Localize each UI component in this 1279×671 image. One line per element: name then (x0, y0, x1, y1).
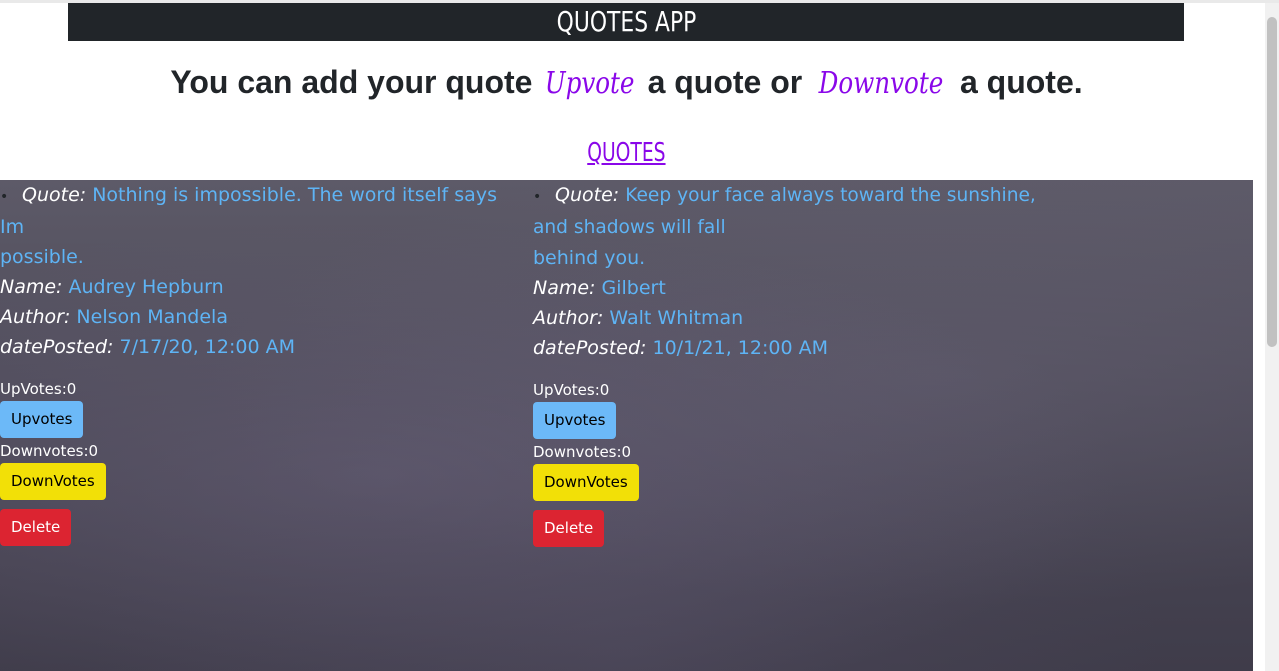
quote-card: • Quote: Nothing is impossible. The word … (0, 180, 520, 546)
intro-part-1: You can add your quote (170, 64, 533, 100)
delete-row: Delete (0, 500, 520, 546)
quote-line: • Quote: Keep your face always toward the… (533, 180, 1053, 243)
quote-text-wrap: possible. (0, 242, 520, 272)
quote-line: • Quote: Nothing is impossible. The word … (0, 180, 520, 242)
date-posted-label: datePosted: (0, 336, 114, 358)
name-value: Audrey Hepburn (68, 276, 224, 298)
name-line: Name: Gilbert (533, 273, 1053, 303)
upvotes-count: UpVotes:0 (0, 380, 520, 398)
scrollbar-thumb[interactable] (1267, 17, 1277, 347)
intro-part-3: a quote. (959, 64, 1083, 100)
downvotes-value: 0 (88, 442, 99, 460)
quotes-list: • Quote: Nothing is impossible. The word … (0, 180, 1253, 671)
date-line: datePosted: 7/17/20, 12:00 AM (0, 332, 520, 362)
upvote-button[interactable]: Upvotes (533, 402, 617, 439)
page: QUOTES APP You can add your quote Upvote… (0, 0, 1253, 671)
upvotes-prefix: UpVotes: (0, 380, 67, 398)
downvote-button[interactable]: DownVotes (533, 464, 639, 501)
author-line: Author: Walt Whitman (533, 303, 1053, 333)
date-posted-value: 10/1/21, 12:00 AM (652, 337, 828, 359)
date-posted-value: 7/17/20, 12:00 AM (119, 336, 295, 358)
quote-text-line-2: behind you. (533, 247, 646, 269)
downvotes-prefix: Downvotes: (533, 443, 622, 461)
quote-label: Quote: (22, 184, 87, 206)
quote-text-line-2: possible. (0, 246, 84, 268)
bullet-icon: • (0, 189, 9, 205)
name-value: Gilbert (601, 277, 666, 299)
name-label: Name: (533, 277, 596, 299)
quote-label: Quote: (555, 184, 620, 206)
downvotes-count: Downvotes:0 (533, 443, 1053, 461)
downvote-row: DownVotes (533, 461, 1053, 501)
delete-button[interactable]: Delete (533, 510, 605, 547)
vertical-scrollbar[interactable] (1265, 3, 1279, 671)
quotes-heading: QUOTES (0, 138, 1253, 168)
intro-downvote-word: Downvote (818, 66, 944, 101)
upvote-row: Upvotes (533, 399, 1053, 439)
upvote-button[interactable]: Upvotes (0, 401, 84, 438)
intro-part-2: a quote or (647, 64, 803, 100)
downvote-row: DownVotes (0, 460, 520, 500)
upvotes-count: UpVotes:0 (533, 381, 1053, 399)
upvotes-value: 0 (66, 380, 77, 398)
quote-card: • Quote: Keep your face always toward the… (533, 180, 1053, 547)
app-title: QUOTES APP (556, 5, 696, 38)
upvotes-prefix: UpVotes: (533, 381, 600, 399)
name-line: Name: Audrey Hepburn (0, 272, 520, 302)
downvote-button[interactable]: DownVotes (0, 463, 106, 500)
author-value: Walt Whitman (609, 307, 744, 329)
date-posted-label: datePosted: (533, 337, 647, 359)
name-label: Name: (0, 276, 63, 298)
upvotes-value: 0 (599, 381, 610, 399)
author-label: Author: (0, 306, 71, 328)
delete-row: Delete (533, 501, 1053, 547)
intro-text: You can add your quote Upvote a quote or… (0, 64, 1253, 101)
navbar: QUOTES APP (68, 3, 1184, 41)
downvotes-count: Downvotes:0 (0, 442, 520, 460)
intro-upvote-word: Upvote (545, 66, 635, 101)
author-value: Nelson Mandela (76, 306, 228, 328)
date-line: datePosted: 10/1/21, 12:00 AM (533, 333, 1053, 363)
page-gutter (1253, 3, 1265, 671)
downvotes-prefix: Downvotes: (0, 442, 89, 460)
delete-button[interactable]: Delete (0, 509, 72, 546)
quotes-heading-text: QUOTES (587, 138, 666, 168)
author-line: Author: Nelson Mandela (0, 302, 520, 332)
upvote-row: Upvotes (0, 398, 520, 438)
bullet-icon: • (533, 189, 542, 205)
quote-text-wrap: behind you. (533, 243, 1053, 273)
author-label: Author: (533, 307, 604, 329)
downvotes-value: 0 (621, 443, 632, 461)
